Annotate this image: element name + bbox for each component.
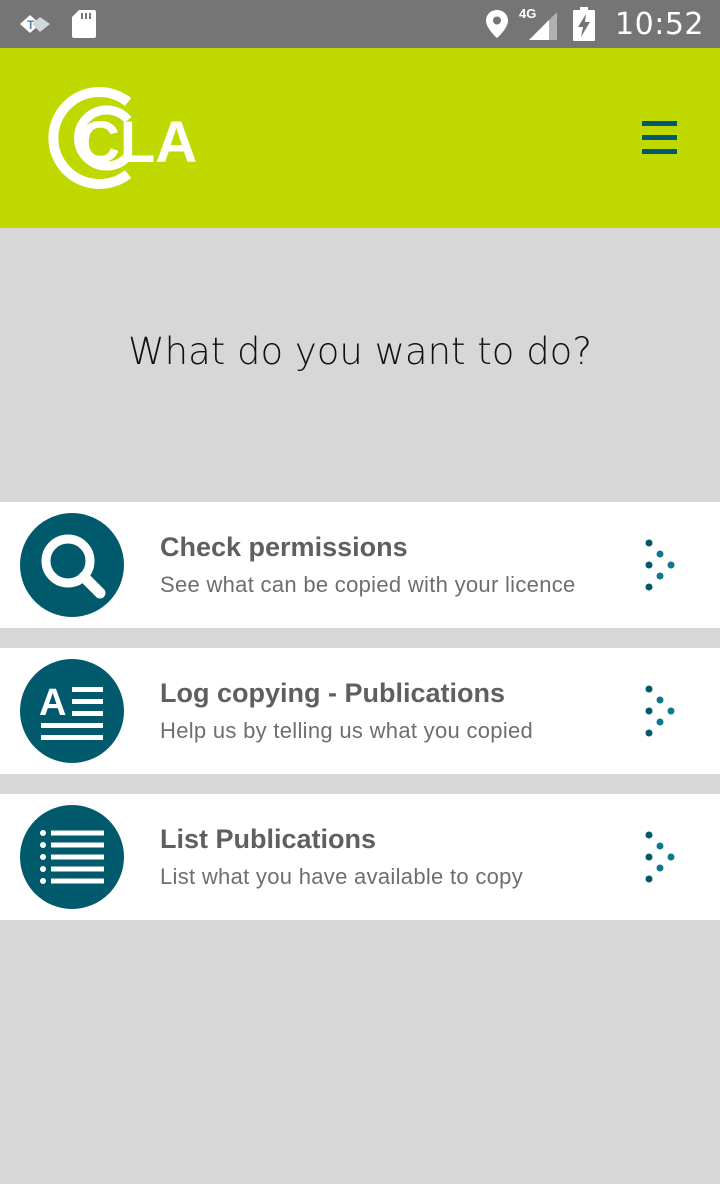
list-publications-badge xyxy=(20,805,124,909)
dotted-chevron-icon xyxy=(645,685,675,737)
logo-text: CLA xyxy=(78,110,197,175)
log-copying-card[interactable]: A Log copying - Publications Help us by … xyxy=(0,648,720,774)
log-document-icon: A xyxy=(39,682,103,740)
status-bar: T 4G 10:52 xyxy=(0,0,720,48)
signal-indicator: 4G xyxy=(519,6,559,42)
menu-button[interactable] xyxy=(630,110,686,166)
signal-icon xyxy=(529,12,558,40)
location-icon xyxy=(486,10,509,38)
status-bar-system: 4G 10:52 xyxy=(485,0,704,48)
hamburger-menu-icon xyxy=(642,121,677,154)
clock: 10:52 xyxy=(615,6,704,42)
svg-text:A: A xyxy=(39,682,66,724)
card-title: Log copying - Publications xyxy=(160,678,506,708)
app-bar: CLA xyxy=(0,48,720,228)
card-subtitle: See what can be copied with your licence xyxy=(160,572,576,597)
page-heading: What do you want to do? xyxy=(128,330,592,373)
app-notification-icon: T xyxy=(20,15,50,33)
svg-text:T: T xyxy=(27,18,35,32)
check-permissions-badge xyxy=(20,513,124,617)
status-bar-notifications: T xyxy=(18,8,96,40)
list-icon xyxy=(40,830,104,884)
check-permissions-card[interactable]: Check permissions See what can be copied… xyxy=(0,502,720,628)
card-subtitle: Help us by telling us what you copied xyxy=(160,718,534,743)
card-subtitle: List what you have available to copy xyxy=(160,864,524,889)
log-copying-badge: A xyxy=(20,659,124,763)
cla-logo: CLA xyxy=(42,86,232,190)
magnifier-icon xyxy=(41,534,106,599)
card-title: Check permissions xyxy=(160,532,408,562)
card-title: List Publications xyxy=(160,824,377,854)
sd-card-icon xyxy=(72,10,96,38)
dotted-chevron-icon xyxy=(645,831,675,883)
list-publications-card[interactable]: List Publications List what you have ava… xyxy=(0,794,720,920)
cla-logo-graphic: CLA xyxy=(48,87,197,189)
dotted-chevron-icon xyxy=(645,539,675,591)
battery-charging-icon xyxy=(573,7,596,41)
